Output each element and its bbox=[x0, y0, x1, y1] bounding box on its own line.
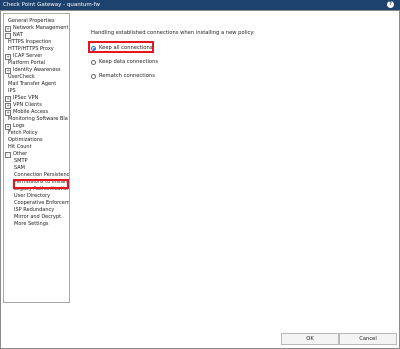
tree-item-icap-server[interactable]: + ICAP Server bbox=[5, 53, 42, 60]
expand-icon[interactable]: + bbox=[5, 123, 11, 130]
navigation-tree[interactable]: General Properties + Network Management -… bbox=[3, 13, 70, 303]
tree-item-optimizations[interactable]: Optimizations bbox=[8, 137, 43, 144]
tree-item-cooperative-enforcement[interactable]: Cooperative Enforcem bbox=[14, 200, 69, 207]
tree-item-https-inspection[interactable]: HTTPS Inspection bbox=[8, 39, 51, 46]
tree-item-ips[interactable]: IPS bbox=[8, 88, 16, 95]
cancel-button[interactable]: Cancel bbox=[339, 333, 397, 345]
tree-item-smtp[interactable]: SMTP bbox=[14, 158, 28, 165]
tree-item-identity-awareness[interactable]: + Identity Awareness bbox=[5, 67, 61, 74]
expand-icon[interactable]: + bbox=[5, 109, 11, 116]
radio-rematch-connections[interactable]: Rematch connections bbox=[91, 72, 155, 80]
tree-item-logs[interactable]: + Logs bbox=[5, 123, 25, 130]
tree-item-mobile-access[interactable]: + Mobile Access bbox=[5, 109, 48, 116]
tree-item-general-properties[interactable]: General Properties bbox=[8, 18, 55, 25]
radio-unselected-icon[interactable] bbox=[91, 59, 96, 65]
help-icon[interactable]: ? bbox=[387, 1, 394, 8]
expand-icon[interactable]: + bbox=[5, 25, 11, 32]
tree-item-more-settings[interactable]: More Settings bbox=[14, 221, 49, 228]
radio-unselected-icon[interactable] bbox=[91, 73, 96, 79]
tree-item-mail-transfer-agent[interactable]: Mail Transfer Agent bbox=[8, 81, 56, 88]
tree-item-nat[interactable]: - NAT bbox=[5, 32, 23, 39]
tree-selection-highlight bbox=[13, 179, 69, 189]
tree-item-sam[interactable]: SAM bbox=[14, 165, 25, 172]
tree-item-connection-persistence[interactable]: Connection Persistenc bbox=[14, 172, 69, 179]
window-titlebar: Check Point Gateway - quantum-fw ? bbox=[0, 0, 400, 10]
tree-item-platform-portal[interactable]: Platform Portal bbox=[8, 60, 45, 67]
expand-icon[interactable]: + bbox=[5, 67, 11, 74]
tree-item-ipsec-vpn[interactable]: + IPSec VPN bbox=[5, 95, 38, 102]
section-heading: Handling established connections when in… bbox=[91, 30, 255, 36]
tree-item-vpn-clients[interactable]: + VPN Clients bbox=[5, 102, 42, 109]
tree-item-usercheck[interactable]: UserCheck bbox=[8, 74, 35, 81]
ok-button[interactable]: OK bbox=[281, 333, 339, 345]
option-highlight bbox=[88, 41, 154, 53]
tree-item-monitoring-software-blade[interactable]: Monitoring Software Bla bbox=[8, 116, 68, 123]
tree-item-fetch-policy[interactable]: Fetch Policy bbox=[8, 130, 38, 137]
radio-keep-data-connections[interactable]: Keep data connections bbox=[91, 58, 158, 66]
tree-item-hit-count[interactable]: Hit Count bbox=[8, 144, 32, 151]
tree-item-isp-redundancy[interactable]: ISP Redundancy bbox=[14, 207, 54, 214]
collapse-icon[interactable]: - bbox=[5, 32, 11, 39]
expand-icon[interactable]: + bbox=[5, 102, 11, 109]
tree-item-other[interactable]: - Other bbox=[5, 151, 27, 158]
tree-item-network-management[interactable]: + Network Management bbox=[5, 25, 68, 32]
collapse-icon[interactable]: - bbox=[5, 151, 11, 158]
expand-icon[interactable]: + bbox=[5, 53, 11, 60]
window-title: Check Point Gateway - quantum-fw bbox=[3, 2, 101, 8]
content-panel: Handling established connections when in… bbox=[73, 13, 393, 303]
tree-item-user-directory[interactable]: User Directory bbox=[14, 193, 50, 200]
tree-item-mirror-and-decrypt[interactable]: Mirror and Decrypt bbox=[14, 214, 61, 221]
expand-icon[interactable]: + bbox=[5, 95, 11, 102]
tree-item-http-https-proxy[interactable]: HTTP/HTTPS Proxy bbox=[8, 46, 54, 53]
